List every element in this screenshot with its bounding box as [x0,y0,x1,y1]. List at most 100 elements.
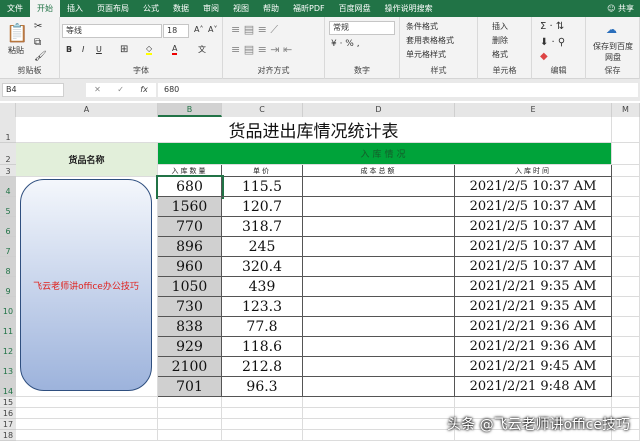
grid-cell[interactable] [222,430,303,441]
decrease-font-icon[interactable]: A˅ [208,25,217,34]
data-cell[interactable] [303,357,455,377]
paste-icon[interactable]: 📋 [6,23,28,44]
data-cell[interactable]: 2021/2/21 9:35 AM [455,277,612,297]
grid-cell[interactable] [612,377,640,397]
tab-0[interactable]: 文件 [0,0,30,17]
copy-icon[interactable]: ⧉ [34,37,41,48]
name-box[interactable]: B4 [2,83,64,97]
data-cell[interactable]: 245 [222,237,303,257]
grid-cell[interactable] [303,419,455,430]
align-left-icon[interactable]: ≡ ▤ ≡ ⇥ ⇤ [231,43,292,56]
grid-cell[interactable] [612,197,640,217]
grid-cell[interactable] [455,397,612,408]
row-header-9[interactable]: 9 [0,277,16,297]
data-cell[interactable] [303,317,455,337]
row-header-1[interactable]: 1 [0,117,16,143]
fill-color-icon[interactable]: ◇ [146,44,153,55]
grid-cell[interactable] [158,397,222,408]
formula-input[interactable]: 680 [158,83,638,97]
insert-button[interactable]: 插入 [492,21,508,32]
border-icon[interactable]: ⊞ [120,44,128,55]
grid-cell[interactable] [158,408,222,419]
data-cell[interactable]: 96.3 [222,377,303,397]
data-cell[interactable]: 1560 [158,197,222,217]
data-cell[interactable]: 77.8 [222,317,303,337]
insert-function-button[interactable]: fx [140,83,148,97]
data-cell[interactable] [303,197,455,217]
grid-cell[interactable] [16,430,158,441]
grid-cell[interactable] [222,419,303,430]
row-header-5[interactable]: 5 [0,197,16,217]
data-cell[interactable]: 118.6 [222,337,303,357]
row-header-4[interactable]: 4 [0,177,16,197]
grid-cell[interactable] [612,317,640,337]
number-format-select[interactable]: 常规 [329,21,395,35]
data-cell[interactable] [303,337,455,357]
data-cell[interactable] [303,217,455,237]
data-cell[interactable] [303,377,455,397]
grid-cell[interactable] [612,277,640,297]
format-button[interactable]: 格式 [492,49,508,60]
grid-cell[interactable] [612,165,640,177]
font-name-select[interactable]: 等线 [62,24,162,38]
conditional-format-button[interactable]: 条件格式 [406,21,438,32]
cell-style-button[interactable]: 单元格样式 [406,49,446,60]
data-cell[interactable] [303,277,455,297]
format-painter-icon[interactable]: 🖌 [34,51,47,62]
enter-icon[interactable]: ✓ [117,83,124,97]
cancel-icon[interactable]: ✕ [94,83,101,97]
data-cell[interactable]: 2021/2/21 9:36 AM [455,317,612,337]
data-cell[interactable]: 838 [158,317,222,337]
data-cell[interactable]: 770 [158,217,222,237]
data-cell[interactable] [303,257,455,277]
paste-button[interactable]: 粘贴 [8,45,24,56]
data-cell[interactable]: 1050 [158,277,222,297]
font-color-icon[interactable]: A [172,44,178,55]
data-cell[interactable] [303,177,455,197]
data-cell[interactable]: 680 [156,175,224,199]
data-cell[interactable] [303,297,455,317]
column-header-M[interactable]: M [612,103,640,117]
cut-icon[interactable]: ✂ [34,21,42,32]
grid-cell[interactable] [303,408,455,419]
data-cell[interactable]: 2021/2/21 9:48 AM [455,377,612,397]
grid-cell[interactable] [16,408,158,419]
data-cell[interactable]: 896 [158,237,222,257]
row-header-10[interactable]: 10 [0,297,16,317]
data-cell[interactable]: 115.5 [222,177,303,197]
column-header-E[interactable]: E [455,103,612,117]
tab-10[interactable]: 百度网盘 [332,0,378,17]
tab-3[interactable]: 页面布局 [90,0,136,17]
column-header-C[interactable]: C [222,103,303,117]
grid-cell[interactable] [612,217,640,237]
row-header-8[interactable]: 8 [0,257,16,277]
row-header-17[interactable]: 17 [0,419,16,430]
data-cell[interactable]: 960 [158,257,222,277]
tell-me-search[interactable]: 操作说明搜索 [378,0,440,17]
increase-font-icon[interactable]: A˄ [194,25,203,34]
grid-cell[interactable] [303,397,455,408]
data-cell[interactable]: 212.8 [222,357,303,377]
tab-6[interactable]: 审阅 [196,0,226,17]
tab-5[interactable]: 数据 [166,0,196,17]
tab-8[interactable]: 帮助 [256,0,286,17]
select-all-corner[interactable] [0,103,16,117]
data-cell[interactable]: 2021/2/5 10:37 AM [455,237,612,257]
data-cell[interactable]: 2021/2/5 10:37 AM [455,197,612,217]
align-top-icon[interactable]: ≡ ▤ ≡ ⟋ [231,23,278,37]
data-cell[interactable]: 2021/2/5 10:37 AM [455,217,612,237]
grid-cell[interactable] [222,397,303,408]
grid-cell[interactable] [16,397,158,408]
delete-button[interactable]: 删除 [492,35,508,46]
data-cell[interactable]: 318.7 [222,217,303,237]
worksheet[interactable]: A B C D E M 1 2 3 4 5 6 7 8 9 10 11 12 13 14 15 16 17 18 货品进出库情况… [0,101,640,446]
data-cell[interactable]: 730 [158,297,222,317]
tab-4[interactable]: 公式 [136,0,166,17]
grid-cell[interactable] [612,337,640,357]
row-header-14[interactable]: 14 [0,377,16,397]
tab-1[interactable]: 开始 [30,0,60,17]
grid-cell[interactable] [612,143,640,165]
data-cell[interactable]: 2021/2/21 9:45 AM [455,357,612,377]
italic-button[interactable]: I [82,45,84,54]
percent-icon[interactable]: ¥ · % , [331,39,360,49]
